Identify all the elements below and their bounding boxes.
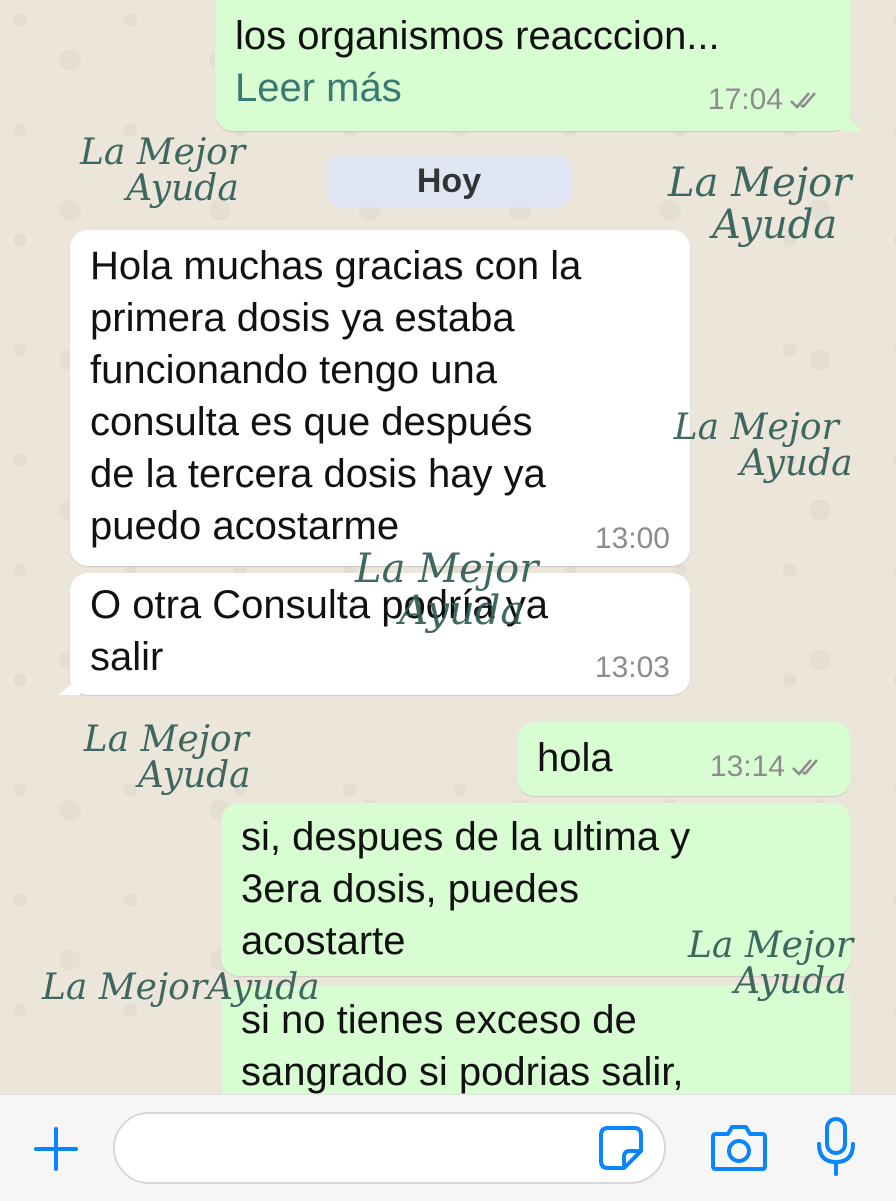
read-ticks-icon <box>792 759 818 776</box>
message-text: si no tienes exceso de sangrado si podri… <box>241 998 684 1094</box>
message-meta: 13:14 <box>710 752 829 782</box>
message-text: O otra Consulta podría ya salir <box>90 583 549 679</box>
message-text: si, despues de la ultima y 3era dosis, p… <box>241 815 691 963</box>
message-time: 13:00 <box>594 522 670 555</box>
incoming-message[interactable]: Hola muchas gracias con la primera dosis… <box>70 230 690 566</box>
message-time: 13:14 <box>709 750 785 783</box>
read-ticks-icon <box>790 92 816 109</box>
outgoing-message[interactable]: si, despues de la ultima y 3era dosis, p… <box>221 803 851 976</box>
sticker-icon[interactable] <box>598 1125 644 1171</box>
outgoing-message[interactable]: los organismos reacccion... Leer más 17:… <box>215 0 863 131</box>
bubble-tail <box>841 113 863 131</box>
date-separator: Hoy <box>327 155 571 207</box>
watermark: La MejorAyuda <box>668 160 852 248</box>
message-input[interactable] <box>113 1112 666 1184</box>
message-time: 13:03 <box>594 651 670 684</box>
plus-icon[interactable] <box>32 1125 80 1173</box>
watermark: La MejorAyuda <box>80 132 246 209</box>
message-text: los organismos reacccion... <box>235 14 720 58</box>
message-meta: 13:00 <box>595 524 670 554</box>
chat-area[interactable]: los organismos reacccion... Leer más 17:… <box>0 0 896 1094</box>
camera-icon[interactable] <box>710 1122 768 1172</box>
message-meta: 17:04 <box>708 85 827 115</box>
outgoing-message[interactable]: hola 13:14 <box>517 722 851 796</box>
read-more-link[interactable]: Leer más <box>235 62 402 114</box>
outgoing-message[interactable]: si no tienes exceso de sangrado si podri… <box>221 986 851 1094</box>
bubble-tail <box>58 677 80 695</box>
microphone-icon[interactable] <box>814 1116 858 1178</box>
incoming-message[interactable]: O otra Consulta podría ya salir 13:03 <box>58 573 690 695</box>
watermark: La MejorAyuda <box>83 719 251 796</box>
message-meta: 13:03 <box>595 653 670 683</box>
message-text: hola <box>537 736 613 780</box>
message-text: Hola muchas gracias con la primera dosis… <box>90 244 582 548</box>
message-time: 17:04 <box>707 83 783 116</box>
